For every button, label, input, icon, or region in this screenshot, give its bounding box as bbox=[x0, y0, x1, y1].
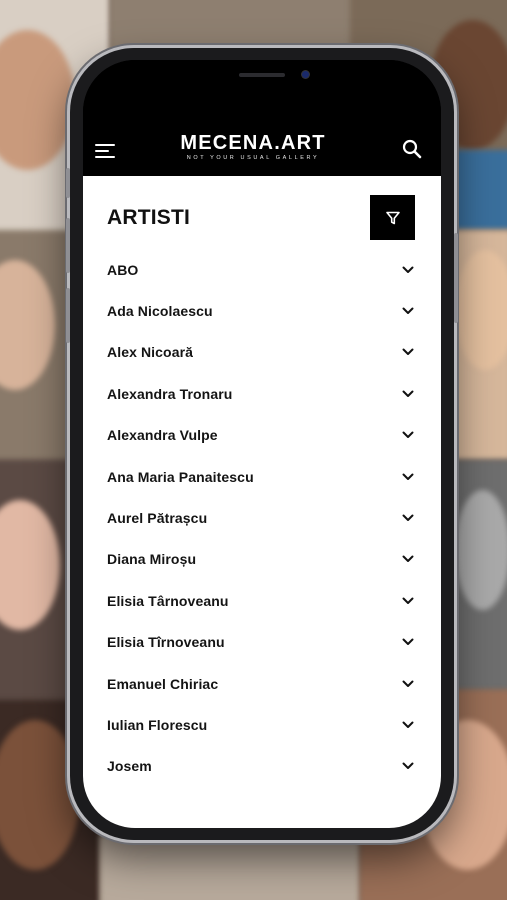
artist-name: Alex Nicoară bbox=[107, 344, 194, 361]
artist-name: Iulian Florescu bbox=[107, 716, 208, 733]
artist-name: ABO bbox=[107, 261, 139, 278]
phone-power-button bbox=[454, 233, 458, 323]
phone-screen: MECENA.ART NOT YOUR USUAL GALLERY ARTIST… bbox=[83, 60, 441, 828]
artist-list: ABO Ada Nicolaescu Alex Nicoară Alexandra T… bbox=[83, 249, 441, 787]
artist-name: Emanuel Chiriac bbox=[107, 675, 219, 692]
chevron-down-icon[interactable] bbox=[402, 266, 414, 274]
artist-name: Elisia Tîrnoveanu bbox=[107, 634, 225, 651]
artist-name: Diana Miroșu bbox=[107, 551, 197, 568]
artist-name: Josem bbox=[107, 758, 152, 775]
speaker-grille bbox=[239, 73, 285, 77]
chevron-down-icon[interactable] bbox=[402, 555, 414, 563]
chevron-down-icon[interactable] bbox=[402, 597, 414, 605]
chevron-down-icon[interactable] bbox=[402, 680, 414, 688]
search-icon[interactable] bbox=[401, 138, 423, 160]
phone-frame: MECENA.ART NOT YOUR USUAL GALLERY ARTIST… bbox=[66, 48, 458, 840]
artist-name: Elisia Târnoveanu bbox=[107, 592, 229, 609]
artist-name: Alexandra Vulpe bbox=[107, 427, 218, 444]
chevron-down-icon[interactable] bbox=[402, 348, 414, 356]
artist-row[interactable]: Alexandra Tronaru bbox=[83, 373, 441, 414]
filter-button[interactable] bbox=[370, 195, 415, 240]
artist-name: Aurel Pătrașcu bbox=[107, 510, 208, 527]
filter-icon bbox=[385, 211, 400, 224]
phone-volume-down-button bbox=[66, 288, 70, 343]
artist-row[interactable]: Diana Miroșu bbox=[83, 539, 441, 580]
front-camera bbox=[302, 71, 309, 78]
artist-row[interactable]: Josem bbox=[83, 746, 441, 787]
logo-title: MECENA.ART bbox=[180, 132, 326, 154]
artist-row[interactable]: Elisia Târnoveanu bbox=[83, 580, 441, 621]
chevron-down-icon[interactable] bbox=[402, 390, 414, 398]
phone-volume-up-button bbox=[66, 218, 70, 273]
chevron-down-icon[interactable] bbox=[402, 431, 414, 439]
logo-tagline: NOT YOUR USUAL GALLERY bbox=[186, 155, 320, 161]
artist-row[interactable]: Iulian Florescu bbox=[83, 704, 441, 745]
chevron-down-icon[interactable] bbox=[402, 638, 414, 646]
artist-row[interactable]: Elisia Tîrnoveanu bbox=[83, 622, 441, 663]
chevron-down-icon[interactable] bbox=[402, 762, 414, 770]
artists-page: ARTISTI ABO Ada Nicolaescu Alex Nicoară Ale… bbox=[83, 176, 441, 828]
phone-notch bbox=[167, 60, 357, 88]
artist-row[interactable]: ABO bbox=[83, 249, 441, 290]
artist-name: Ada Nicolaescu bbox=[107, 303, 213, 320]
chevron-down-icon[interactable] bbox=[402, 307, 414, 315]
artist-row[interactable]: Aurel Pătrașcu bbox=[83, 497, 441, 538]
page-title: ARTISTI bbox=[107, 206, 191, 229]
artist-row[interactable]: Alex Nicoară bbox=[83, 332, 441, 373]
artist-name: Alexandra Tronaru bbox=[107, 385, 233, 402]
artist-row[interactable]: Ana Maria Panaitescu bbox=[83, 456, 441, 497]
chevron-down-icon[interactable] bbox=[402, 721, 414, 729]
chevron-down-icon[interactable] bbox=[402, 473, 414, 481]
artist-row[interactable]: Alexandra Vulpe bbox=[83, 415, 441, 456]
phone-side-button bbox=[66, 168, 70, 198]
chevron-down-icon[interactable] bbox=[402, 514, 414, 522]
site-logo[interactable]: MECENA.ART NOT YOUR USUAL GALLERY bbox=[178, 132, 328, 162]
artist-name: Ana Maria Panaitescu bbox=[107, 468, 254, 485]
artist-row[interactable]: Ada Nicolaescu bbox=[83, 290, 441, 331]
artist-row[interactable]: Emanuel Chiriac bbox=[83, 663, 441, 704]
hamburger-icon[interactable] bbox=[95, 142, 117, 160]
